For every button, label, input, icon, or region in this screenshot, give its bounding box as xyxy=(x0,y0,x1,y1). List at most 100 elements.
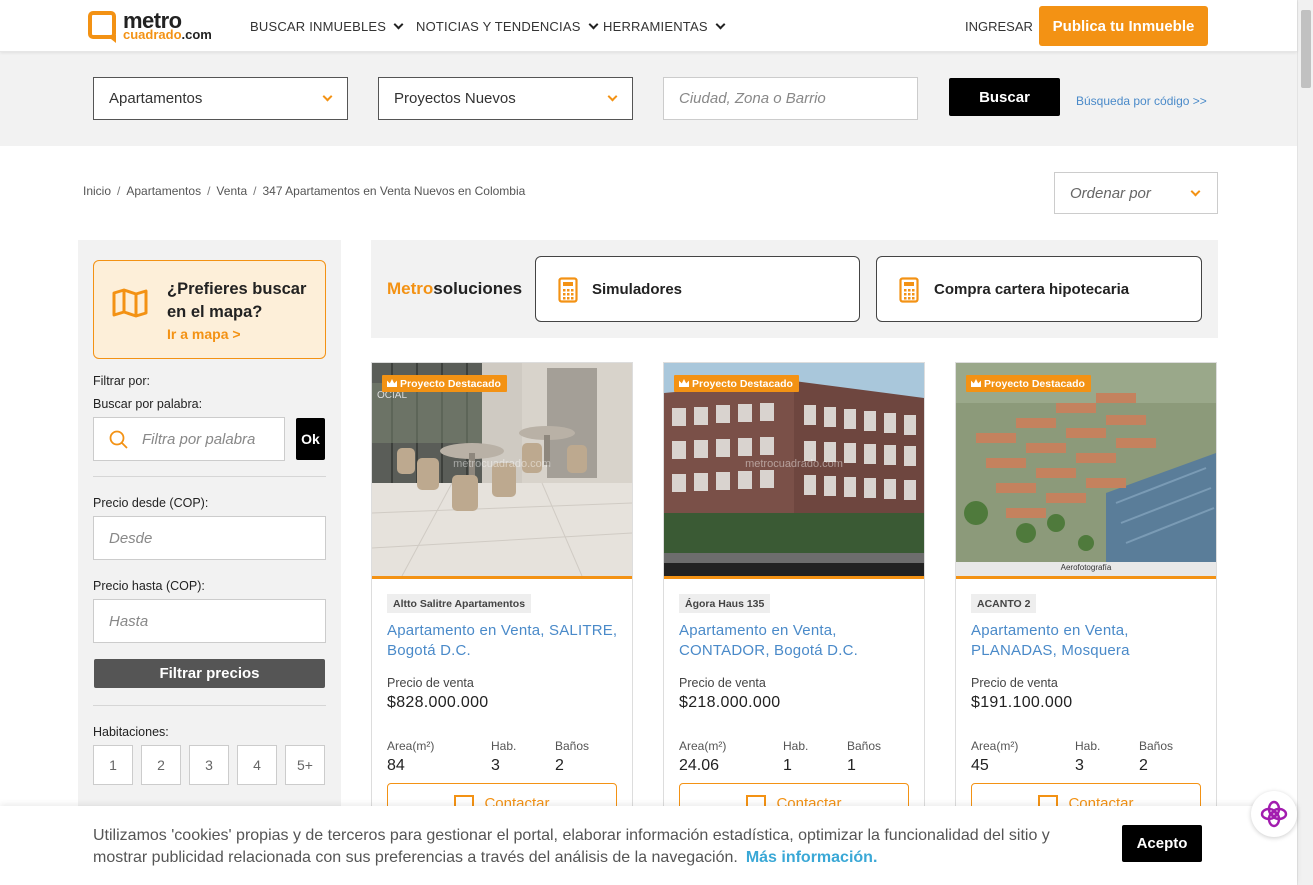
price-from-label: Precio desde (COP): xyxy=(93,496,209,510)
area-label: Area(m²) xyxy=(971,739,1019,753)
project-name-tag: ACANTO 2 xyxy=(971,594,1037,613)
cookie-more-info-link[interactable]: Más información. xyxy=(746,849,878,866)
search-icon xyxy=(109,430,128,449)
cookie-banner: Utilizamos 'cookies' propias y de tercer… xyxy=(0,806,1297,885)
chat-widget-button[interactable] xyxy=(1251,791,1297,837)
price-value: $218.000.000 xyxy=(679,694,781,711)
rooms-option-3[interactable]: 3 xyxy=(189,745,229,785)
offer-type-select[interactable]: Proyectos Nuevos xyxy=(378,77,633,120)
accent-bar xyxy=(956,576,1216,579)
baths-label: Baños xyxy=(555,739,590,753)
chat-icon xyxy=(1260,800,1288,828)
price-from-input[interactable]: Desde xyxy=(93,516,326,560)
filter-by-label: Filtrar por: xyxy=(93,374,150,388)
code-search-link[interactable]: Búsqueda por código >> xyxy=(1076,94,1207,108)
chevron-down-icon xyxy=(588,19,599,30)
price-value: $191.100.000 xyxy=(971,694,1073,711)
listing-card[interactable]: Proyecto Destacado Aerofotografía ACANTO… xyxy=(955,362,1217,832)
city-search-input[interactable]: Ciudad, Zona o Barrio xyxy=(663,77,918,120)
listing-title[interactable]: Apartamento en Venta, SALITRE, Bogotá D.… xyxy=(387,621,622,661)
price-to-label: Precio hasta (COP): xyxy=(93,579,205,593)
listing-card[interactable]: Proyecto Destacado metrocuadrado.com Ágo… xyxy=(663,362,925,832)
nav-herramientas[interactable]: HERRAMIENTAS xyxy=(603,19,726,34)
sort-select[interactable]: Ordenar por xyxy=(1054,172,1218,214)
filter-prices-button[interactable]: Filtrar precios xyxy=(94,659,325,688)
divider xyxy=(93,705,326,706)
crown-icon xyxy=(971,379,981,387)
crown-icon xyxy=(679,379,689,387)
rooms-stat-value: 1 xyxy=(783,757,792,774)
photo-caption: Aerofotografía xyxy=(1060,563,1112,572)
listing-title[interactable]: Apartamento en Venta, CONTADOR, Bogotá D… xyxy=(679,621,914,661)
featured-badge: Proyecto Destacado xyxy=(674,375,799,392)
rooms-option-4[interactable]: 4 xyxy=(237,745,277,785)
area-value: 84 xyxy=(387,757,405,774)
price-label: Precio de venta xyxy=(971,676,1058,690)
nav-noticias[interactable]: NOTICIAS Y TENDENCIAS xyxy=(416,19,599,34)
login-link[interactable]: INGRESAR xyxy=(965,19,1033,34)
nav-buscar-inmuebles[interactable]: BUSCAR INMUEBLES xyxy=(250,19,404,34)
listing-title[interactable]: Apartamento en Venta, PLANADAS, Mosquera xyxy=(971,621,1206,661)
area-value: 24.06 xyxy=(679,757,720,774)
breadcrumb-apartamentos[interactable]: Apartamentos xyxy=(126,184,201,198)
area-value: 45 xyxy=(971,757,989,774)
property-type-select[interactable]: Apartamentos xyxy=(93,77,348,120)
rooms-option-1[interactable]: 1 xyxy=(93,745,133,785)
area-label: Area(m²) xyxy=(679,739,727,753)
logo-text-bottom: cuadrado.com xyxy=(123,27,212,42)
breadcrumb-inicio[interactable]: Inicio xyxy=(83,184,111,198)
accent-bar xyxy=(372,576,632,579)
photo-watermark: metrocuadrado.com xyxy=(453,458,551,470)
simuladores-card[interactable]: Simuladores xyxy=(535,256,860,322)
listing-photo[interactable]: Proyecto Destacado Aerofotografía xyxy=(956,363,1216,576)
crown-icon xyxy=(387,379,397,387)
listing-photo[interactable]: Proyecto Destacado metrocuadrado.com xyxy=(664,363,924,576)
rooms-option-5plus[interactable]: 5+ xyxy=(285,745,325,785)
price-label: Precio de venta xyxy=(387,676,474,690)
site-logo[interactable]: metro cuadrado.com xyxy=(88,8,212,43)
baths-label: Baños xyxy=(847,739,882,753)
map-search-box[interactable]: ¿Prefieres buscar en el mapa? Ir a mapa … xyxy=(93,260,326,359)
publish-property-button[interactable]: Publica tu Inmueble xyxy=(1039,6,1208,46)
featured-badge: Proyecto Destacado xyxy=(966,375,1091,392)
accent-bar xyxy=(664,576,924,579)
baths-value: 2 xyxy=(1139,757,1148,774)
chevron-down-icon xyxy=(715,19,726,30)
listing-card[interactable]: OCIAL Proyecto Destacado metrocuadrado.c… xyxy=(371,362,633,832)
chevron-down-icon xyxy=(393,19,404,30)
photo-watermark: metrocuadrado.com xyxy=(745,458,843,470)
cookie-text: Utilizamos 'cookies' propias y de tercer… xyxy=(93,827,1050,866)
listing-photo[interactable]: OCIAL Proyecto Destacado metrocuadrado.c… xyxy=(372,363,632,576)
project-name-tag: Altto Salitre Apartamentos xyxy=(387,594,532,613)
chevron-down-icon xyxy=(607,91,618,102)
chevron-down-icon xyxy=(1190,186,1201,197)
rooms-label: Habitaciones: xyxy=(93,725,169,739)
map-link[interactable]: Ir a mapa > xyxy=(167,326,241,342)
rooms-stat-value: 3 xyxy=(1075,757,1084,774)
keyword-input[interactable]: Filtra por palabra xyxy=(93,417,285,461)
sort-placeholder: Ordenar por xyxy=(1070,184,1151,202)
calculator-icon xyxy=(899,277,919,303)
keyword-placeholder: Filtra por palabra xyxy=(142,430,256,448)
map-search-title: ¿Prefieres buscar en el mapa? xyxy=(167,280,307,321)
search-button[interactable]: Buscar xyxy=(949,78,1060,116)
compra-cartera-label: Compra cartera hipotecaria xyxy=(934,280,1130,298)
cookie-accept-button[interactable]: Acepto xyxy=(1122,825,1202,862)
rooms-stat-label: Hab. xyxy=(783,739,809,753)
property-type-value: Apartamentos xyxy=(109,90,203,107)
breadcrumb-venta[interactable]: Venta xyxy=(216,184,247,198)
rooms-option-2[interactable]: 2 xyxy=(141,745,181,785)
chevron-down-icon xyxy=(322,91,333,102)
price-label: Precio de venta xyxy=(679,676,766,690)
offer-type-value: Proyectos Nuevos xyxy=(394,90,516,107)
keyword-ok-button[interactable]: Ok xyxy=(296,418,325,460)
scrollbar-thumb[interactable] xyxy=(1301,10,1311,88)
rooms-stat-label: Hab. xyxy=(1075,739,1101,753)
price-value: $828.000.000 xyxy=(387,694,489,711)
logo-mark-icon xyxy=(88,11,116,39)
map-icon xyxy=(112,288,148,318)
page-scrollbar[interactable] xyxy=(1297,0,1313,885)
compra-cartera-card[interactable]: Compra cartera hipotecaria xyxy=(876,256,1202,322)
baths-value: 2 xyxy=(555,757,564,774)
price-to-input[interactable]: Hasta xyxy=(93,599,326,643)
